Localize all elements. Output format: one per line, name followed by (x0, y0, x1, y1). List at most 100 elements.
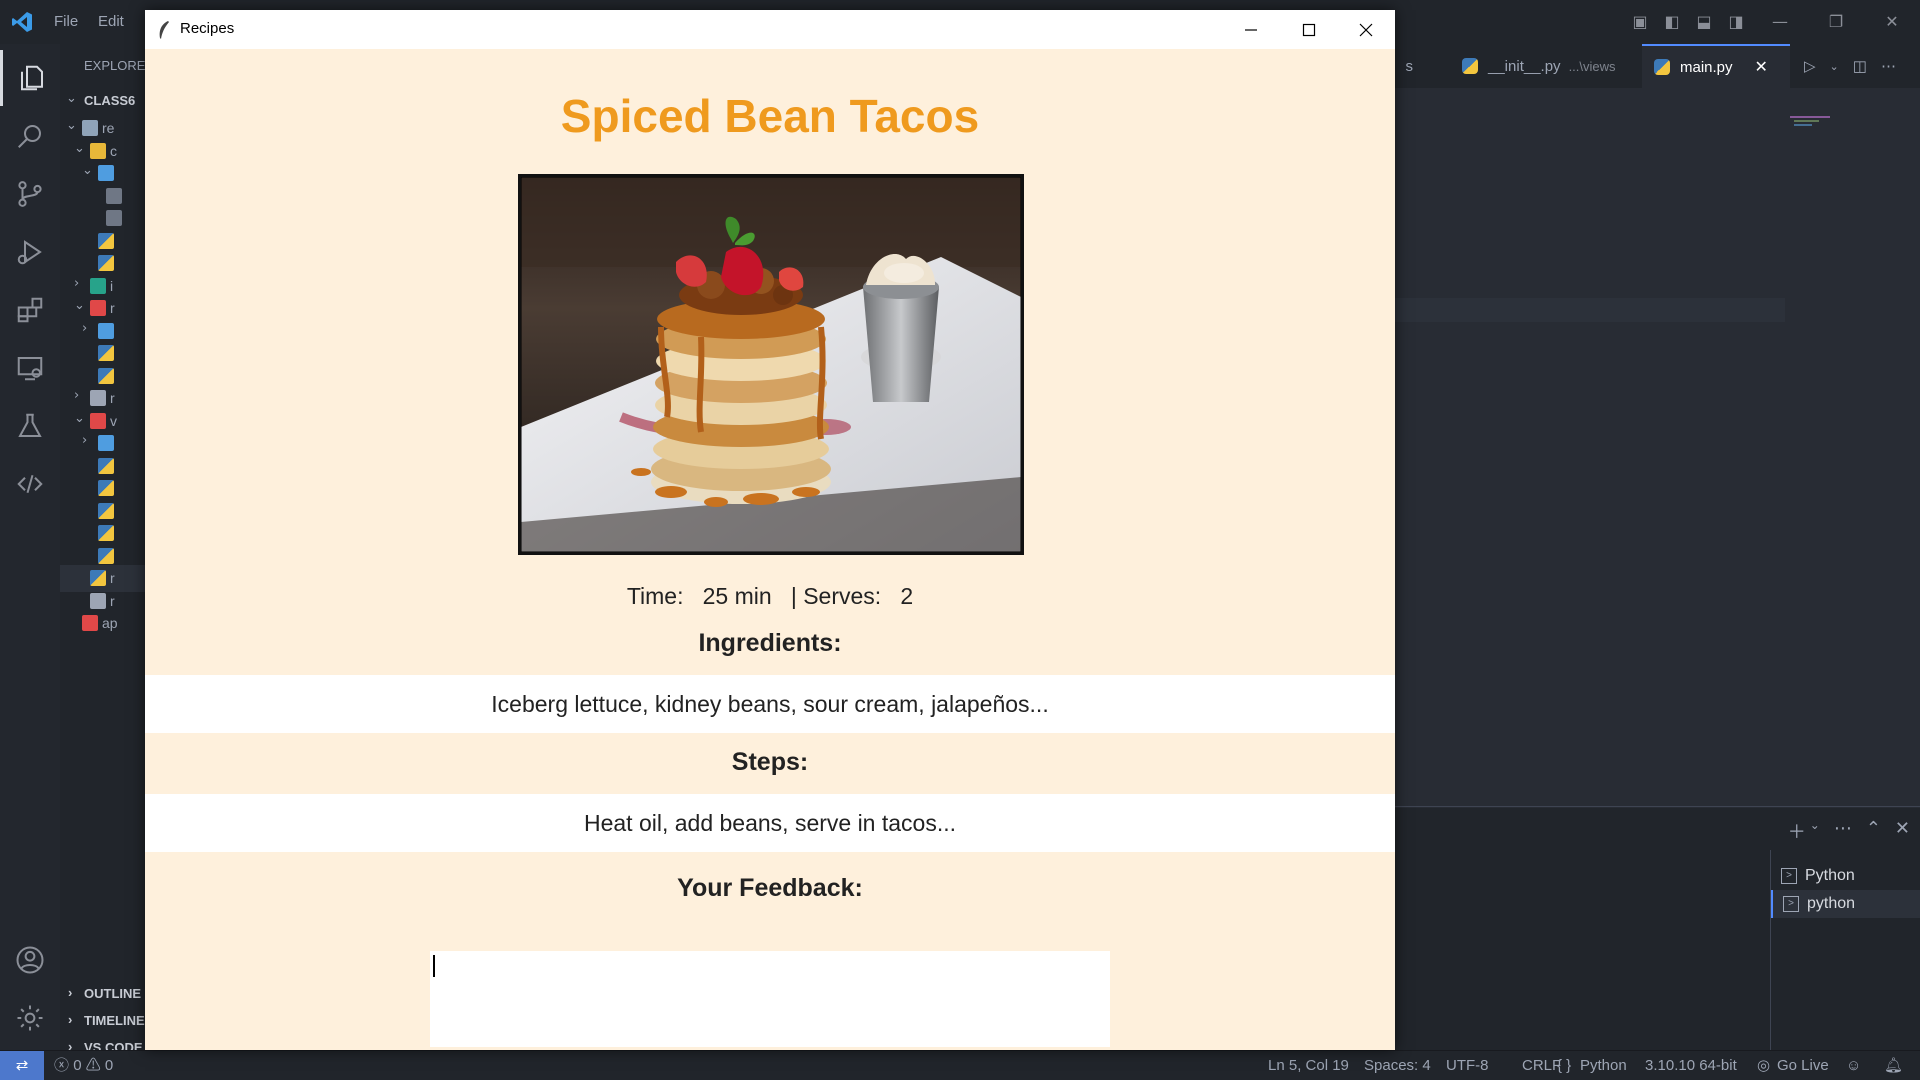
layout-customize-icon[interactable]: ▣ (1624, 0, 1656, 44)
file-icon (106, 187, 122, 204)
editor-area[interactable] (1395, 88, 1920, 808)
folder-blue-icon (98, 322, 114, 339)
python-file-icon (98, 525, 114, 541)
chevron-down-icon[interactable]: ⌄ (1830, 60, 1839, 73)
split-editor-icon[interactable]: ◫ (1853, 57, 1867, 75)
close-button[interactable] (1337, 10, 1395, 49)
maximize-icon (1302, 23, 1316, 36)
explorer-icon[interactable] (0, 50, 60, 106)
extensions-icon[interactable] (0, 282, 60, 338)
source-control-icon[interactable] (0, 166, 60, 222)
menu-edit[interactable]: Edit (98, 0, 124, 44)
terminal-item-python-active[interactable]: > python (1771, 890, 1920, 918)
toggle-secondary-sidebar-icon[interactable]: ◨ (1720, 0, 1752, 44)
more-actions-icon[interactable]: ⋯ (1834, 818, 1852, 844)
window-title: Recipes (180, 20, 235, 37)
code-icon[interactable] (0, 456, 60, 512)
testing-icon[interactable] (0, 398, 60, 454)
python-file-icon (98, 547, 114, 564)
run-icon[interactable]: ▷ (1804, 57, 1816, 75)
encoding[interactable]: UTF-8 (1446, 1051, 1489, 1080)
editor-tabbar: s __init__.py ...\views main.py ✕ ▷ ⌄ ◫ … (1395, 44, 1920, 88)
python-file-icon (98, 457, 114, 474)
file-icon (106, 210, 122, 226)
tab-init-py[interactable]: __init__.py ...\views (1450, 44, 1630, 88)
close-panel-icon[interactable]: ✕ (1895, 818, 1910, 844)
activity-bar (0, 44, 60, 1050)
folder-open-icon (82, 120, 98, 136)
new-terminal-icon[interactable]: ＋ (1788, 818, 1806, 844)
feedback-heading: Your Feedback: (677, 874, 863, 902)
tree-item-label: c (110, 142, 117, 159)
feedback-textbox[interactable] (430, 951, 1110, 1047)
chevron-right-icon: › (82, 433, 88, 448)
tree-item-label: r (110, 300, 115, 316)
chevron-down-icon: ⌄ (74, 410, 85, 426)
restore-icon[interactable]: ❐ (1808, 0, 1864, 44)
warning-icon: ⚠ (85, 1057, 101, 1074)
language-mode[interactable]: Python (1580, 1051, 1627, 1080)
python-file-icon (98, 345, 114, 361)
indentation[interactable]: Spaces: 4 (1364, 1051, 1431, 1080)
tab-hidden[interactable]: s (1395, 44, 1414, 88)
maximize-panel-icon[interactable]: ⌃ (1866, 818, 1881, 844)
folder-red-icon (90, 300, 106, 316)
tab-main-py[interactable]: main.py ✕ (1642, 44, 1790, 88)
tree-item-label: re (102, 120, 115, 136)
go-live-button[interactable]: Go Live (1777, 1051, 1829, 1080)
toggle-panel-icon[interactable]: ⬓ (1688, 0, 1720, 44)
chevron-down-icon[interactable]: ⌄ (1810, 818, 1820, 844)
language-icon: { } (1557, 1057, 1572, 1074)
minimap[interactable] (1790, 116, 1845, 128)
remote-explorer-icon[interactable] (0, 340, 60, 396)
pdf-file-icon (82, 615, 98, 631)
interpreter[interactable]: 3.10.10 64-bit (1645, 1051, 1737, 1080)
accounts-icon[interactable] (0, 932, 60, 988)
chevron-down-icon: ⌄ (82, 163, 93, 178)
terminal-item-python[interactable]: > Python (1771, 862, 1920, 890)
minimize-icon[interactable]: — (1752, 0, 1808, 44)
notifications-bell-icon[interactable]: 🔔︎ (1884, 1051, 1903, 1080)
ingredients-heading: Ingredients: (698, 629, 842, 657)
python-file-icon (98, 502, 114, 519)
toggle-sidebar-icon[interactable]: ◧ (1656, 0, 1688, 44)
maximize-button[interactable] (1280, 10, 1338, 49)
chevron-right-icon: › (82, 320, 88, 336)
tree-item-label: i (110, 277, 114, 294)
pancake-stack-photo (521, 177, 1021, 552)
recipes-window: Recipes Spiced Bean Tacos Time: 25 min |… (145, 10, 1395, 1050)
problems-indicator[interactable]: ⓧ 0 ⚠ 0 (54, 1051, 113, 1080)
folder-grey-icon (90, 390, 106, 406)
line-endings[interactable]: CRLF (1522, 1051, 1561, 1080)
python-file-icon (98, 255, 114, 271)
cursor-position[interactable]: Ln 5, Col 19 (1268, 1051, 1349, 1080)
editor-actions: ▷ ⌄ ◫ ⋯ (1800, 44, 1920, 88)
search-icon[interactable] (0, 108, 60, 164)
close-icon[interactable]: ✕ (1864, 0, 1920, 44)
settings-gear-icon[interactable] (0, 990, 60, 1046)
tk-feather-icon (159, 21, 169, 39)
minimize-icon (1245, 28, 1257, 31)
folder-blue-icon (98, 435, 114, 451)
current-line-highlight (1395, 298, 1785, 322)
menu-file[interactable]: File (54, 0, 78, 44)
more-actions-icon[interactable]: ⋯ (1881, 57, 1896, 75)
chevron-right-icon: › (74, 275, 80, 291)
remote-indicator-icon[interactable]: ⇄ (0, 1051, 44, 1080)
desktop: File Edit ▣ ◧ ⬓ ◨ — ❐ ✕ EXPLORER ⌄ CLASS… (0, 0, 1920, 1080)
terminal-icon: > (1783, 896, 1799, 912)
tree-item-label: r (110, 570, 115, 586)
minimize-button[interactable] (1222, 10, 1280, 49)
recipes-titlebar[interactable]: Recipes (145, 10, 1395, 49)
python-file-icon (1654, 59, 1670, 75)
tree-item-label: r (110, 592, 115, 609)
terminal-list: > Python > python (1770, 850, 1920, 1050)
run-debug-icon[interactable] (0, 224, 60, 280)
tree-item-label: v (110, 412, 117, 429)
close-tab-icon[interactable]: ✕ (1755, 57, 1768, 77)
feedback-icon[interactable]: ☺ (1846, 1051, 1861, 1080)
chevron-right-icon: › (74, 388, 80, 403)
folder-teal-icon (90, 277, 106, 294)
steps-heading: Steps: (731, 748, 809, 776)
terminal-icon: > (1781, 868, 1797, 884)
